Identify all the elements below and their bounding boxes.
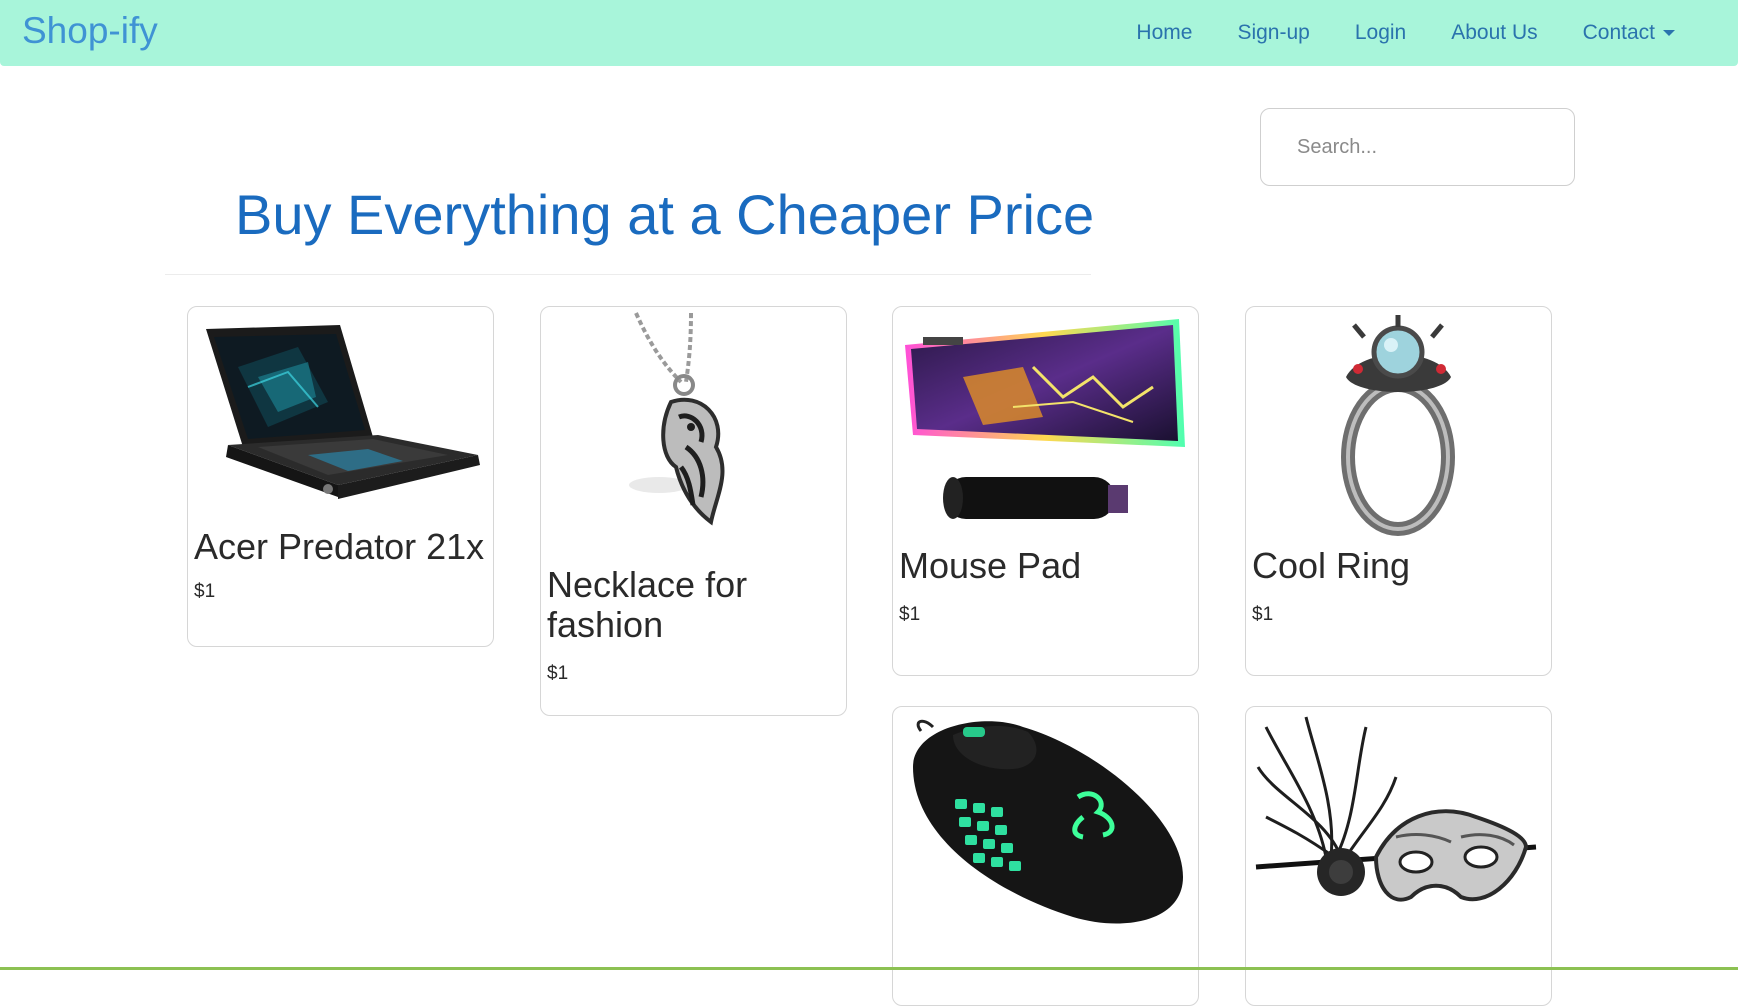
brand-logo[interactable]: Shop-ify (22, 10, 158, 52)
nav-signup-link[interactable]: Sign-up (1237, 21, 1309, 45)
gemstone-ring-image (1246, 307, 1551, 542)
product-price: $1 (194, 581, 216, 602)
gaming-mouse-image (893, 707, 1198, 937)
product-card[interactable]: Necklace for fashion $1 (540, 306, 847, 716)
page-title: Buy Everything at a Cheaper Price (235, 183, 1095, 246)
product-name: Acer Predator 21x (194, 526, 485, 567)
laptop-image (188, 307, 493, 527)
product-card[interactable]: Mouse Pad $1 (892, 306, 1199, 676)
contact-dropdown-label: Contact (1582, 21, 1655, 44)
product-card[interactable]: Acer Predator 21x $1 (187, 306, 494, 647)
search-input[interactable] (1260, 108, 1575, 186)
nav-about-link[interactable]: About Us (1451, 21, 1537, 45)
nav-links: Home Sign-up Login About Us Contact (1136, 0, 1738, 66)
product-price: $1 (547, 663, 569, 684)
nav-home-link[interactable]: Home (1136, 21, 1192, 45)
nav-login-link[interactable]: Login (1355, 21, 1406, 45)
product-card[interactable] (1245, 706, 1552, 1006)
dragon-necklace-image (541, 307, 846, 557)
masquerade-mask-image (1246, 707, 1551, 937)
caret-down-icon (1663, 30, 1675, 36)
product-card[interactable]: Cool Ring $1 (1245, 306, 1552, 676)
product-name: Cool Ring (1252, 545, 1411, 586)
rgb-mouse-pad-image (893, 307, 1198, 542)
navbar: Shop-ify Home Sign-up Login About Us Con… (0, 0, 1738, 66)
product-price: $1 (899, 604, 921, 625)
product-card[interactable] (892, 706, 1199, 1006)
heading-divider (165, 274, 1091, 275)
product-name: Necklace for fashion (547, 564, 748, 645)
product-price: $1 (1252, 604, 1274, 625)
product-name: Mouse Pad (899, 545, 1082, 586)
nav-contact-dropdown[interactable]: Contact (1583, 21, 1675, 45)
